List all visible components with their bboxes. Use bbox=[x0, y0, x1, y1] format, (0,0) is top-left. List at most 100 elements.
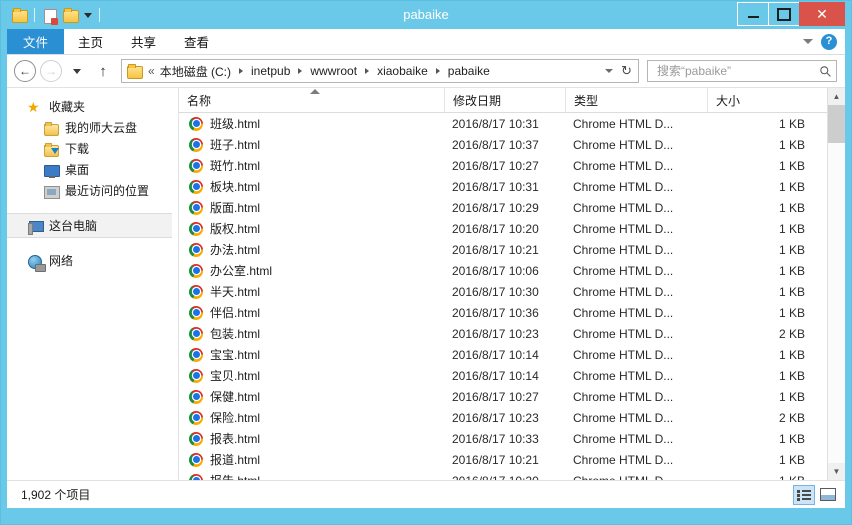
file-date-cell: 2016/8/17 10:21 bbox=[452, 452, 539, 467]
back-arrow-icon: ← bbox=[14, 60, 36, 82]
file-name-cell: 保险.html bbox=[179, 409, 444, 426]
file-name-cell: 办法.html bbox=[179, 241, 444, 258]
chevron-right-icon[interactable] bbox=[298, 68, 303, 74]
table-row[interactable]: 保健.html 2016/8/17 10:27 Chrome HTML D... 1 … bbox=[179, 386, 845, 407]
scroll-down-button[interactable]: ▼ bbox=[828, 463, 845, 480]
file-name-cell: 报告.html bbox=[179, 472, 444, 480]
chevron-right-icon[interactable] bbox=[435, 68, 440, 74]
vertical-scrollbar[interactable]: ▲ ▼ bbox=[827, 88, 845, 480]
table-row[interactable]: 办法.html 2016/8/17 10:21 Chrome HTML D... 1 … bbox=[179, 239, 845, 260]
breadcrumb-item-pabaike[interactable]: pabaike bbox=[446, 64, 492, 78]
tab-view[interactable]: 查看 bbox=[170, 29, 223, 54]
breadcrumb-item-drive[interactable]: 本地磁盘 (C:) bbox=[158, 63, 233, 80]
sidebar-item-cloud-drive[interactable]: 我的师大云盘 bbox=[7, 117, 178, 138]
chrome-html-document-icon bbox=[189, 452, 203, 467]
table-row[interactable]: 宝贝.html 2016/8/17 10:14 Chrome HTML D... 1 … bbox=[179, 365, 845, 386]
chevron-right-icon[interactable] bbox=[239, 68, 244, 74]
column-header-name[interactable]: 名称 bbox=[179, 88, 444, 112]
sidebar-item-favorites[interactable]: ★ 收藏夹 bbox=[7, 96, 178, 117]
chevron-down-icon[interactable] bbox=[803, 39, 813, 44]
chevron-right-icon[interactable] bbox=[365, 68, 370, 74]
file-type-cell: Chrome HTML D... bbox=[573, 431, 674, 446]
maximize-button[interactable] bbox=[768, 2, 800, 26]
column-header-size[interactable]: 大小 bbox=[707, 88, 827, 112]
file-explorer-window: pabaike ✕ 文件 主页 共享 查看 ? ← → ↑ « 本地磁盘 (C:… bbox=[0, 0, 852, 525]
table-row[interactable]: 伴侣.html 2016/8/17 10:36 Chrome HTML D... 1 … bbox=[179, 302, 845, 323]
breadcrumb-item-inetpub[interactable]: inetpub bbox=[249, 64, 292, 78]
table-row[interactable]: 报道.html 2016/8/17 10:21 Chrome HTML D... 1 … bbox=[179, 449, 845, 470]
table-row[interactable]: 斑竹.html 2016/8/17 10:27 Chrome HTML D... 1 … bbox=[179, 155, 845, 176]
downloads-icon bbox=[43, 141, 59, 157]
refresh-icon[interactable]: ↻ bbox=[621, 63, 632, 79]
breadcrumb-overflow-icon[interactable]: « bbox=[146, 64, 158, 78]
properties-icon[interactable] bbox=[42, 7, 58, 25]
details-view-button[interactable] bbox=[793, 484, 815, 505]
forward-button[interactable]: → bbox=[39, 59, 63, 83]
minimize-button[interactable] bbox=[737, 2, 769, 26]
chrome-html-document-icon bbox=[189, 242, 203, 257]
large-icons-view-button[interactable] bbox=[817, 485, 839, 505]
file-size-cell: 2 KB bbox=[778, 410, 805, 425]
file-type-cell: Chrome HTML D... bbox=[573, 116, 674, 131]
back-button[interactable]: ← bbox=[13, 59, 37, 83]
file-size-cell: 1 KB bbox=[778, 242, 805, 257]
table-row[interactable]: 宝宝.html 2016/8/17 10:14 Chrome HTML D... 1 … bbox=[179, 344, 845, 365]
scrollbar-thumb[interactable] bbox=[828, 105, 845, 143]
recent-locations-button[interactable] bbox=[65, 59, 89, 83]
minimize-icon bbox=[747, 16, 759, 18]
table-row[interactable]: 报表.html 2016/8/17 10:33 Chrome HTML D... 1 … bbox=[179, 428, 845, 449]
file-list[interactable]: 班级.html 2016/8/17 10:31 Chrome HTML D... 1 … bbox=[179, 113, 845, 480]
file-name-cell: 宝宝.html bbox=[179, 346, 444, 363]
view-mode-buttons bbox=[793, 484, 839, 505]
file-size-cell: 1 KB bbox=[778, 221, 805, 236]
chrome-html-document-icon bbox=[189, 116, 203, 131]
table-row[interactable]: 报告.html 2016/8/17 10:20Chrome HTML D...1 … bbox=[179, 470, 845, 480]
table-row[interactable]: 包装.html 2016/8/17 10:23 Chrome HTML D... 2 … bbox=[179, 323, 845, 344]
table-row[interactable]: 半天.html 2016/8/17 10:30 Chrome HTML D... 1 … bbox=[179, 281, 845, 302]
up-button[interactable]: ↑ bbox=[91, 59, 115, 83]
file-name-cell: 宝贝.html bbox=[179, 367, 444, 384]
sidebar-item-this-pc[interactable]: 这台电脑 bbox=[7, 213, 172, 238]
table-row[interactable]: 板块.html 2016/8/17 10:31 Chrome HTML D... 1 … bbox=[179, 176, 845, 197]
column-header-label: 大小 bbox=[716, 93, 741, 108]
chrome-html-document-icon bbox=[189, 221, 203, 236]
file-name-cell: 报道.html bbox=[179, 451, 444, 468]
table-row[interactable]: 版权.html 2016/8/17 10:20 Chrome HTML D... 1 … bbox=[179, 218, 845, 239]
this-pc-icon bbox=[27, 218, 44, 235]
close-button[interactable]: ✕ bbox=[799, 2, 845, 26]
sidebar-item-network[interactable]: 网络 bbox=[7, 250, 178, 272]
sidebar-item-desktop[interactable]: 桌面 bbox=[7, 159, 178, 180]
maximize-icon bbox=[777, 7, 791, 21]
folder-icon[interactable] bbox=[11, 7, 28, 23]
folder-icon bbox=[126, 63, 143, 79]
column-header-type[interactable]: 类型 bbox=[565, 88, 707, 112]
scrollbar-track[interactable] bbox=[828, 105, 845, 463]
sidebar-item-recent-places[interactable]: 最近访问的位置 bbox=[7, 180, 178, 201]
table-row[interactable]: 班级.html 2016/8/17 10:31 Chrome HTML D... 1 … bbox=[179, 113, 845, 134]
table-row[interactable]: 保险.html 2016/8/17 10:23 Chrome HTML D... 2 … bbox=[179, 407, 845, 428]
tab-file[interactable]: 文件 bbox=[7, 29, 65, 54]
file-date-cell: 2016/8/17 10:23 bbox=[452, 326, 539, 341]
table-row[interactable]: 办公室.html 2016/8/17 10:06 Chrome HTML D... 1… bbox=[179, 260, 845, 281]
tab-share[interactable]: 共享 bbox=[117, 29, 170, 54]
tab-home[interactable]: 主页 bbox=[64, 29, 117, 54]
search-input[interactable] bbox=[655, 63, 819, 79]
sidebar-item-downloads[interactable]: 下载 bbox=[7, 138, 178, 159]
breadcrumb[interactable]: « 本地磁盘 (C:) inetpub wwwroot xiaobaike pa… bbox=[121, 59, 639, 83]
search-box[interactable] bbox=[647, 60, 837, 82]
column-header-label: 名称 bbox=[187, 93, 212, 108]
column-header-date[interactable]: 修改日期 bbox=[444, 88, 565, 112]
new-folder-icon[interactable] bbox=[62, 7, 79, 23]
customize-quick-access-dropdown-icon[interactable] bbox=[84, 12, 92, 18]
file-name-cell: 报表.html bbox=[179, 430, 444, 447]
breadcrumb-item-xiaobaike[interactable]: xiaobaike bbox=[375, 64, 430, 78]
scroll-up-button[interactable]: ▲ bbox=[828, 88, 845, 105]
previous-locations-icon[interactable] bbox=[605, 69, 614, 73]
table-row[interactable]: 班子.html 2016/8/17 10:37 Chrome HTML D... 1 … bbox=[179, 134, 845, 155]
file-name-label: 包装.html bbox=[210, 327, 261, 341]
file-name-cell: 版面.html bbox=[179, 199, 444, 216]
table-row[interactable]: 版面.html 2016/8/17 10:29 Chrome HTML D... 1 … bbox=[179, 197, 845, 218]
breadcrumb-item-wwwroot[interactable]: wwwroot bbox=[308, 64, 359, 78]
help-icon[interactable]: ? bbox=[821, 33, 837, 50]
